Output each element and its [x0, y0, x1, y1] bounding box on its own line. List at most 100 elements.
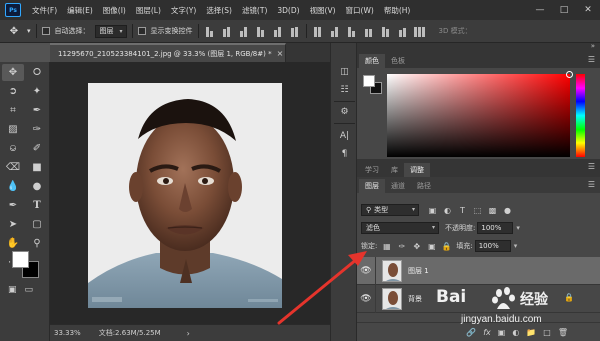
filter-toggle-icon[interactable]: ● [502, 205, 513, 216]
healing-brush-tool-icon[interactable]: ▨ [2, 121, 24, 138]
zoom-level[interactable]: 33.33% [54, 329, 81, 337]
move-tool-icon[interactable]: ✥ [2, 64, 24, 81]
chevron-down-icon[interactable]: ▾ [514, 242, 518, 250]
filter-type-icon[interactable]: T [457, 205, 468, 216]
lasso-tool-icon[interactable]: ➲ [2, 83, 24, 100]
maximize-icon[interactable]: □ [552, 0, 576, 20]
character-panel-icon[interactable]: A| [336, 129, 353, 143]
eye-icon[interactable]: 👁 [357, 266, 375, 276]
type-tool-icon[interactable]: T [26, 197, 48, 214]
menu-help[interactable]: 帮助(H) [379, 5, 416, 16]
kind-filter-dropdown[interactable]: ⚲ 类型 ▾ [361, 204, 419, 216]
brush-tool-icon[interactable]: ✑ [26, 121, 48, 138]
brush-settings-icon[interactable]: ⚙ [336, 105, 353, 119]
hand-tool-icon[interactable]: ✋ [2, 235, 24, 252]
eye-icon[interactable]: 👁 [357, 294, 375, 304]
distribute-top-icon[interactable] [312, 25, 324, 37]
quick-select-tool-icon[interactable]: ✦ [26, 83, 48, 100]
lock-image-pixels-icon[interactable]: ✑ [396, 241, 407, 252]
lock-all-icon[interactable]: 🔒 [441, 241, 452, 252]
tab-layers[interactable]: 图层 [359, 179, 385, 193]
paragraph-panel-icon[interactable]: ¶ [336, 147, 353, 161]
menu-view[interactable]: 视图(V) [305, 5, 341, 16]
properties-panel-icon[interactable]: ☷ [336, 83, 353, 97]
distribute-left-icon[interactable] [363, 25, 375, 37]
hue-slider[interactable] [576, 74, 585, 157]
lock-artboard-icon[interactable]: ▣ [426, 241, 437, 252]
foreground-color-chip[interactable] [363, 75, 375, 87]
tab-channels[interactable]: 通道 [385, 179, 411, 193]
clone-stamp-tool-icon[interactable]: ⎉ [2, 140, 24, 157]
blur-tool-icon[interactable]: 💧 [2, 178, 24, 195]
gradient-tool-icon[interactable]: ■ [26, 159, 48, 176]
color-field[interactable] [387, 71, 573, 157]
filter-smart-object-icon[interactable]: ▩ [487, 205, 498, 216]
color-swatches[interactable] [12, 251, 42, 279]
tab-adjustments[interactable]: 调整 [404, 163, 430, 177]
align-vertical-center-icon[interactable] [221, 25, 233, 37]
align-left-icon[interactable] [255, 25, 267, 37]
chevron-right-icon[interactable]: › [187, 329, 190, 338]
opacity-field[interactable]: 100% [477, 222, 514, 234]
tab-paths[interactable]: 路径 [411, 179, 437, 193]
menu-edit[interactable]: 编辑(E) [62, 5, 98, 16]
foreground-color-swatch[interactable] [12, 251, 29, 268]
tab-swatches[interactable]: 色板 [385, 54, 411, 68]
lock-transparency-icon[interactable]: ▦ [381, 241, 392, 252]
menu-layer[interactable]: 图层(L) [131, 5, 166, 16]
tab-color[interactable]: 颜色 [359, 54, 385, 68]
fill-field[interactable]: 100% [474, 240, 511, 252]
auto-align-icon[interactable] [414, 25, 426, 37]
show-transform-checkbox[interactable] [137, 27, 146, 35]
document-tab[interactable]: 11295670_210523384101_2.jpg @ 33.3% (图层 … [50, 43, 286, 62]
align-horizontal-center-icon[interactable] [272, 25, 284, 37]
pen-tool-icon[interactable]: ✒ [2, 197, 24, 214]
chevron-down-icon[interactable]: ▾ [516, 224, 520, 232]
layer-name[interactable]: 背景 [408, 294, 422, 304]
path-selection-tool-icon[interactable]: ➤ [2, 216, 24, 233]
color-chips[interactable] [363, 75, 383, 95]
menu-file[interactable]: 文件(F) [27, 5, 62, 16]
history-brush-tool-icon[interactable]: ✐ [26, 140, 48, 157]
menu-type[interactable]: 文字(Y) [166, 5, 201, 16]
layer-row-layer1[interactable]: 👁 图层 1 [357, 256, 600, 285]
layer-name[interactable]: 图层 1 [408, 266, 429, 276]
dodge-tool-icon[interactable]: ● [26, 178, 48, 195]
distribute-bottom-icon[interactable] [346, 25, 358, 37]
auto-select-checkbox[interactable] [41, 27, 50, 35]
history-panel-icon[interactable]: ◫ [336, 65, 353, 79]
screen-mode-icon[interactable]: ▭ [25, 285, 34, 295]
filter-adjustment-icon[interactable]: ◐ [442, 205, 453, 216]
close-icon[interactable]: ✕ [576, 0, 600, 20]
move-tool-preset-icon[interactable]: ✥ [6, 23, 22, 39]
distribute-vertical-center-icon[interactable] [329, 25, 341, 37]
menu-filter[interactable]: 滤镜(T) [237, 5, 272, 16]
rectangle-tool-icon[interactable]: ▢ [26, 216, 48, 233]
menu-3d[interactable]: 3D(D) [272, 6, 304, 15]
menu-select[interactable]: 选择(S) [201, 5, 237, 16]
close-icon[interactable]: × [277, 49, 284, 58]
crop-tool-icon[interactable]: ⌗ [2, 102, 24, 119]
filter-pixel-icon[interactable]: ▣ [427, 205, 438, 216]
panel-menu-icon[interactable]: ☰ [588, 180, 595, 189]
tab-learn[interactable]: 学习 [359, 163, 385, 177]
align-right-icon[interactable] [289, 25, 301, 37]
filter-shape-icon[interactable]: ⬚ [472, 205, 483, 216]
menu-image[interactable]: 图像(I) [98, 5, 131, 16]
color-picker-handle[interactable] [566, 71, 573, 78]
blend-mode-dropdown[interactable]: 滤色 ▾ [361, 222, 439, 234]
panel-menu-icon[interactable]: ☰ [588, 162, 595, 171]
document-image[interactable] [88, 83, 282, 308]
distribute-right-icon[interactable] [397, 25, 409, 37]
align-bottom-icon[interactable] [238, 25, 250, 37]
quick-mask-icon[interactable]: ▣ [8, 285, 17, 295]
marquee-tool-icon[interactable]: ⭘ [26, 64, 48, 81]
menu-window[interactable]: 窗口(W) [341, 5, 379, 16]
eyedropper-tool-icon[interactable]: ✒ [26, 102, 48, 119]
collapse-icon[interactable]: » [591, 42, 595, 50]
minimize-icon[interactable]: — [528, 0, 552, 20]
tab-libraries[interactable]: 库 [385, 163, 404, 177]
distribute-horizontal-center-icon[interactable] [380, 25, 392, 37]
zoom-tool-icon[interactable]: ⚲ [26, 235, 48, 252]
eraser-tool-icon[interactable]: ⌫ [2, 159, 24, 176]
